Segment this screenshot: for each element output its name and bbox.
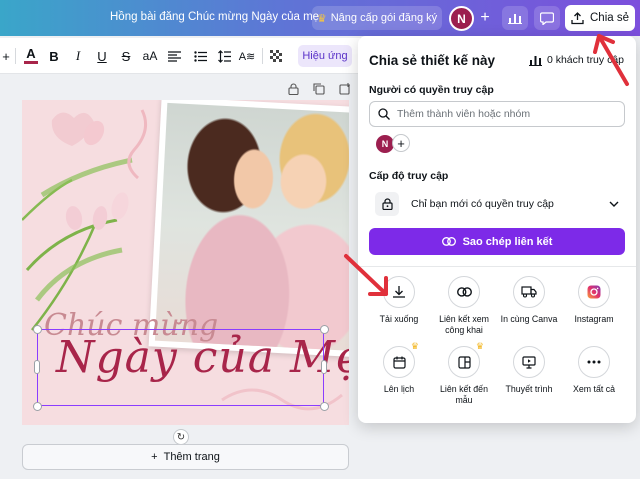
option-template-link[interactable]: ♛ Liên kết đến mẫu: [431, 341, 497, 405]
lock-icon: [375, 192, 399, 216]
annotation-arrow-download: [344, 254, 388, 296]
option-present[interactable]: Thuyết trình: [496, 346, 562, 395]
comments-button[interactable]: [534, 6, 560, 30]
crown-icon: ♛: [475, 341, 484, 351]
option-instagram[interactable]: Instagram: [561, 276, 627, 325]
member-search-box[interactable]: [369, 101, 625, 127]
spacing-icon[interactable]: [216, 47, 232, 65]
instagram-icon: [578, 276, 610, 308]
letter-case-button[interactable]: aA: [140, 47, 160, 65]
italic-icon[interactable]: I: [70, 47, 86, 65]
add-page-button[interactable]: + Thêm trang: [22, 444, 349, 470]
more-icon: [578, 346, 610, 378]
resize-handle-right[interactable]: [321, 360, 327, 374]
option-label: Xem tất cả: [572, 384, 616, 394]
text-effects-style-icon[interactable]: A≋: [238, 47, 256, 65]
insights-button[interactable]: [502, 6, 528, 30]
copy-link-label: Sao chép liên kết: [462, 235, 553, 248]
option-schedule[interactable]: ♛ Lên lịch: [366, 341, 432, 395]
page-actions: [286, 82, 352, 96]
option-label: Instagram: [574, 314, 614, 324]
option-label: In cùng Canva: [500, 314, 558, 324]
add-page-icon[interactable]: [338, 82, 352, 96]
upload-icon: [571, 11, 584, 24]
resize-handle-bottom-right[interactable]: [320, 402, 329, 411]
rotate-handle[interactable]: ↻: [173, 429, 189, 445]
document-title[interactable]: Hồng bài đăng Chúc mừng Ngày của mẹ: [110, 11, 319, 23]
effects-button[interactable]: Hiệu ứng: [298, 45, 352, 67]
chevron-down-icon: [609, 201, 619, 207]
bar-chart-icon: [508, 14, 522, 24]
plus-icon: +: [151, 451, 158, 463]
link-icon: [448, 276, 480, 308]
present-icon: [513, 346, 545, 378]
text-color-swatch: [24, 61, 38, 64]
resize-handle-top-right[interactable]: [320, 325, 329, 334]
toolbar-divider: [15, 48, 16, 64]
crown-icon: ♛: [410, 341, 419, 351]
toolbar-divider: [262, 48, 263, 64]
option-public-view-link[interactable]: Liên kết xem công khai: [431, 276, 497, 335]
upgrade-button[interactable]: ♛ Nâng cấp gói đăng ký: [312, 6, 442, 30]
underline-icon[interactable]: U: [94, 47, 110, 65]
link-icon: [441, 237, 456, 246]
comment-icon: [540, 11, 554, 25]
access-level-dropdown[interactable]: Chỉ bạn mới có quyền truy cập: [369, 188, 625, 220]
selection-box[interactable]: [37, 329, 324, 406]
lock-icon[interactable]: [286, 82, 300, 96]
text-color-button[interactable]: A: [22, 47, 40, 65]
share-panel: Chia sẻ thiết kế này 0 khách truy cập Ng…: [358, 36, 636, 423]
text-color-icon: A: [26, 46, 36, 61]
align-icon[interactable]: [166, 47, 182, 65]
access-level-label: Cấp độ truy cập: [369, 170, 449, 182]
add-page-label: Thêm trang: [163, 451, 220, 463]
annotation-arrow-share: [593, 34, 629, 86]
add-collaborator-button[interactable]: +: [475, 6, 495, 30]
option-label: Tải xuống: [379, 314, 419, 324]
resize-handle-top-left[interactable]: [33, 325, 42, 334]
copy-link-button[interactable]: Sao chép liên kết: [369, 228, 625, 255]
bold-icon[interactable]: B: [46, 47, 62, 65]
calendar-icon: ♛: [383, 341, 419, 378]
option-label: Liên kết xem công khai: [439, 314, 489, 335]
search-icon: [378, 108, 390, 120]
option-label: Thuyết trình: [505, 384, 553, 394]
list-icon[interactable]: [192, 47, 208, 65]
strikethrough-icon[interactable]: S: [118, 47, 134, 65]
crown-icon: ♛: [316, 12, 327, 25]
share-panel-title: Chia sẻ thiết kế này: [369, 53, 496, 68]
option-label: Lên lịch: [383, 384, 415, 394]
access-level-value: Chỉ bạn mới có quyền truy cập: [411, 198, 554, 210]
duplicate-icon[interactable]: [312, 82, 326, 96]
top-bar: Hồng bài đăng Chúc mừng Ngày của mẹ ♛ Nâ…: [0, 0, 640, 36]
member-search-input[interactable]: [397, 108, 597, 120]
template-icon: ♛: [448, 341, 484, 378]
user-avatar[interactable]: N: [449, 6, 474, 31]
option-label: Liên kết đến mẫu: [440, 384, 488, 405]
people-access-label: Người có quyền truy cập: [369, 84, 494, 96]
option-see-all[interactable]: Xem tất cả: [561, 346, 627, 395]
font-size-increase-button[interactable]: +: [0, 47, 12, 65]
resize-handle-bottom-left[interactable]: [33, 402, 42, 411]
resize-handle-left[interactable]: [34, 360, 40, 374]
add-member-button[interactable]: +: [392, 134, 410, 152]
upgrade-label: Nâng cấp gói đăng ký: [330, 12, 438, 24]
option-print[interactable]: In cùng Canva: [496, 276, 562, 325]
bar-chart-icon: [528, 55, 542, 66]
transparency-icon[interactable]: [268, 47, 284, 65]
truck-icon: [513, 276, 545, 308]
